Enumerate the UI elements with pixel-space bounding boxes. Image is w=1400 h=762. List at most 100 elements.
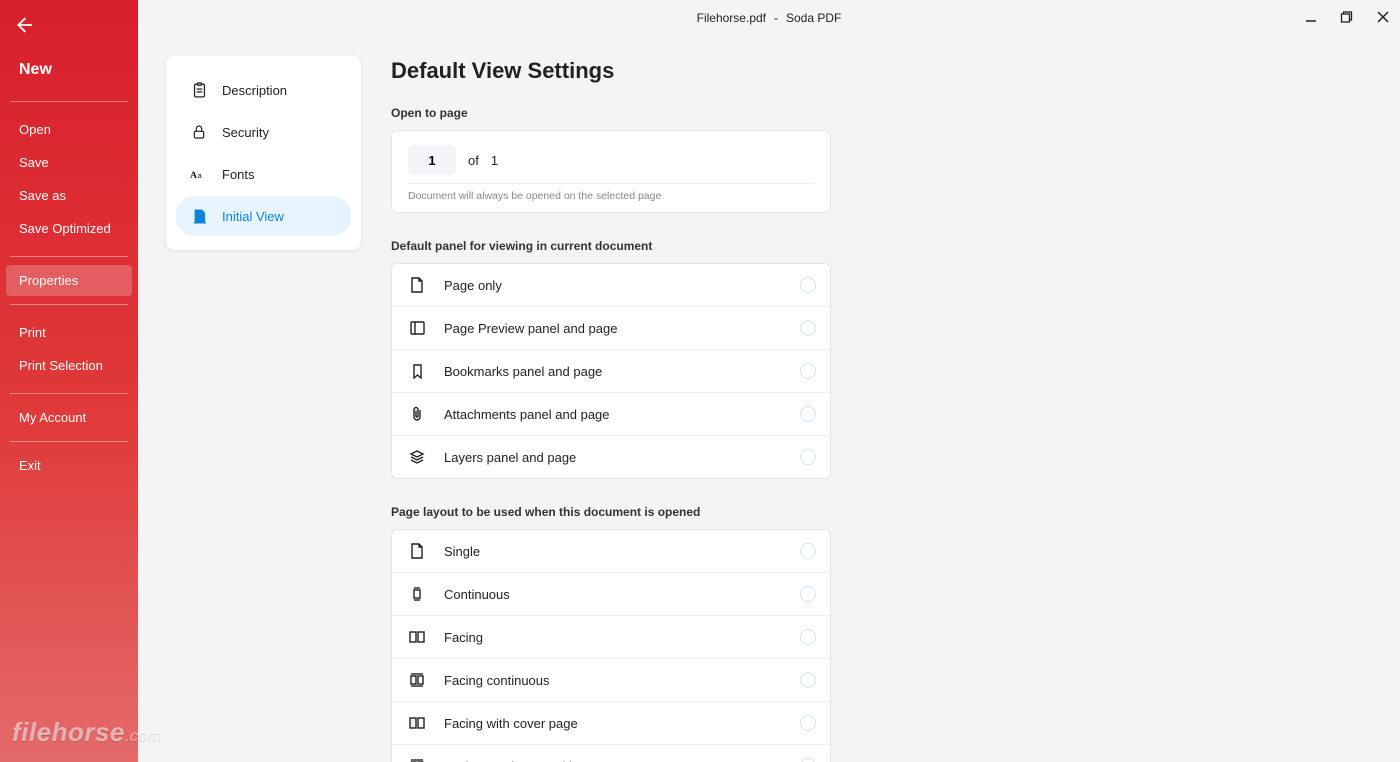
radio-icon	[800, 586, 816, 602]
svg-text:a: a	[198, 171, 203, 180]
settings-title: Default View Settings	[391, 58, 1051, 84]
sidebar-item-save-optimized[interactable]: Save Optimized	[6, 213, 132, 244]
total-pages: 1	[491, 153, 498, 168]
layout-option-facing[interactable]: Facing	[392, 616, 830, 659]
default-panel-label: Default panel for viewing in current doc…	[391, 239, 1051, 253]
prop-nav-description[interactable]: Description	[176, 70, 351, 110]
layout-option-continuous[interactable]: Continuous	[392, 573, 830, 616]
settings-column: Default View Settings Open to page of 1 …	[391, 56, 1051, 762]
properties-nav: Description Security Aa Fonts Initial Vi…	[166, 56, 361, 250]
title-sep: -	[766, 11, 786, 25]
divider	[10, 256, 128, 257]
option-label: Page only	[444, 278, 814, 293]
facing-continuous-icon	[408, 671, 426, 689]
layout-option-single[interactable]: Single	[392, 530, 830, 573]
panel-option-attachments[interactable]: Attachments panel and page	[392, 393, 830, 436]
radio-icon	[800, 629, 816, 645]
panel-option-bookmarks[interactable]: Bookmarks panel and page	[392, 350, 830, 393]
option-label: Attachments panel and page	[444, 407, 814, 422]
prop-nav-security[interactable]: Security	[176, 112, 351, 152]
open-to-page-label: Open to page	[391, 106, 1051, 120]
layers-icon	[408, 448, 426, 466]
panel-options-list: Page only Page Preview panel and page Bo…	[391, 263, 831, 479]
sidebar-item-print[interactable]: Print	[6, 317, 132, 348]
main-area: Filehorse.pdf - Soda PDF Description	[138, 0, 1400, 762]
panel-option-page-preview[interactable]: Page Preview panel and page	[392, 307, 830, 350]
layout-option-facing-cover[interactable]: Facing with cover page	[392, 702, 830, 745]
prop-nav-label: Security	[222, 125, 269, 140]
option-label: Bookmarks panel and page	[444, 364, 814, 379]
file-menu-sidebar: New Open Save Save as Save Optimized Pro…	[0, 0, 138, 762]
title-app: Soda PDF	[786, 11, 841, 25]
bookmark-icon	[408, 362, 426, 380]
facing-icon	[408, 628, 426, 646]
sidebar-item-open[interactable]: Open	[6, 114, 132, 145]
svg-text:A: A	[190, 170, 197, 181]
facing-cover-icon	[408, 714, 426, 732]
layout-options-list: Single Continuous Facing Facing continuo…	[391, 529, 831, 762]
prop-nav-label: Description	[222, 83, 287, 98]
title-bar: Filehorse.pdf - Soda PDF	[138, 0, 1400, 36]
radio-icon	[800, 277, 816, 293]
option-label: Layers panel and page	[444, 450, 814, 465]
layout-option-facing-continuous[interactable]: Facing continuous	[392, 659, 830, 702]
back-arrow-icon[interactable]	[12, 14, 34, 36]
initial-view-icon	[190, 207, 208, 225]
prop-nav-label: Fonts	[222, 167, 255, 182]
open-page-hint: Document will always be opened on the se…	[408, 183, 814, 202]
prop-nav-label: Initial View	[222, 209, 284, 224]
of-label: of	[468, 153, 479, 168]
option-label: Facing continuous	[444, 673, 814, 688]
panel-left-icon	[408, 319, 426, 337]
prop-nav-fonts[interactable]: Aa Fonts	[176, 154, 351, 194]
option-label: Facing with cover page	[444, 716, 814, 731]
maximize-button[interactable]	[1336, 6, 1358, 28]
close-button[interactable]	[1372, 6, 1394, 28]
sidebar-print-group: Print Print Selection	[0, 311, 138, 387]
watermark-text: filehorse	[12, 717, 125, 747]
option-label: Page Preview panel and page	[444, 321, 814, 336]
title-document: Filehorse.pdf	[697, 11, 766, 25]
page-icon	[408, 276, 426, 294]
radio-icon	[800, 543, 816, 559]
radio-icon	[800, 672, 816, 688]
open-page-input[interactable]	[408, 145, 456, 175]
radio-icon	[800, 406, 816, 422]
description-icon	[190, 81, 208, 99]
sidebar-item-my-account[interactable]: My Account	[6, 402, 132, 433]
option-label: Continuous	[444, 587, 814, 602]
facing-continuous-cover-icon	[408, 757, 426, 762]
option-label: Facing	[444, 630, 814, 645]
sidebar-item-print-selection[interactable]: Print Selection	[6, 350, 132, 381]
divider	[10, 304, 128, 305]
prop-nav-initial-view[interactable]: Initial View	[176, 196, 351, 236]
panel-option-layers[interactable]: Layers panel and page	[392, 436, 830, 478]
window-controls	[1300, 6, 1394, 28]
lock-icon	[190, 123, 208, 141]
layout-option-facing-continuous-cover[interactable]: Facing continuous with cover page	[392, 745, 830, 762]
radio-icon	[800, 715, 816, 731]
open-to-page-box: of 1 Document will always be opened on t…	[391, 130, 831, 213]
option-label: Facing continuous with cover page	[444, 759, 814, 762]
page-icon	[408, 542, 426, 560]
paperclip-icon	[408, 405, 426, 423]
divider	[10, 393, 128, 394]
minimize-button[interactable]	[1300, 6, 1322, 28]
fonts-icon: Aa	[190, 165, 208, 183]
sidebar-item-exit[interactable]: Exit	[6, 450, 132, 481]
content-row: Description Security Aa Fonts Initial Vi…	[138, 36, 1400, 762]
radio-icon	[800, 363, 816, 379]
panel-option-page-only[interactable]: Page only	[392, 264, 830, 307]
radio-icon	[800, 449, 816, 465]
continuous-icon	[408, 585, 426, 603]
sidebar-item-new[interactable]: New	[6, 51, 132, 93]
sidebar-file-group: Open Save Save as Save Optimized	[0, 108, 138, 250]
option-label: Single	[444, 544, 814, 559]
page-layout-label: Page layout to be used when this documen…	[391, 505, 1051, 519]
sidebar-item-properties[interactable]: Properties	[6, 265, 132, 296]
sidebar-item-save[interactable]: Save	[6, 147, 132, 178]
radio-icon	[800, 320, 816, 336]
divider	[10, 441, 128, 442]
divider	[10, 101, 128, 102]
sidebar-item-save-as[interactable]: Save as	[6, 180, 132, 211]
